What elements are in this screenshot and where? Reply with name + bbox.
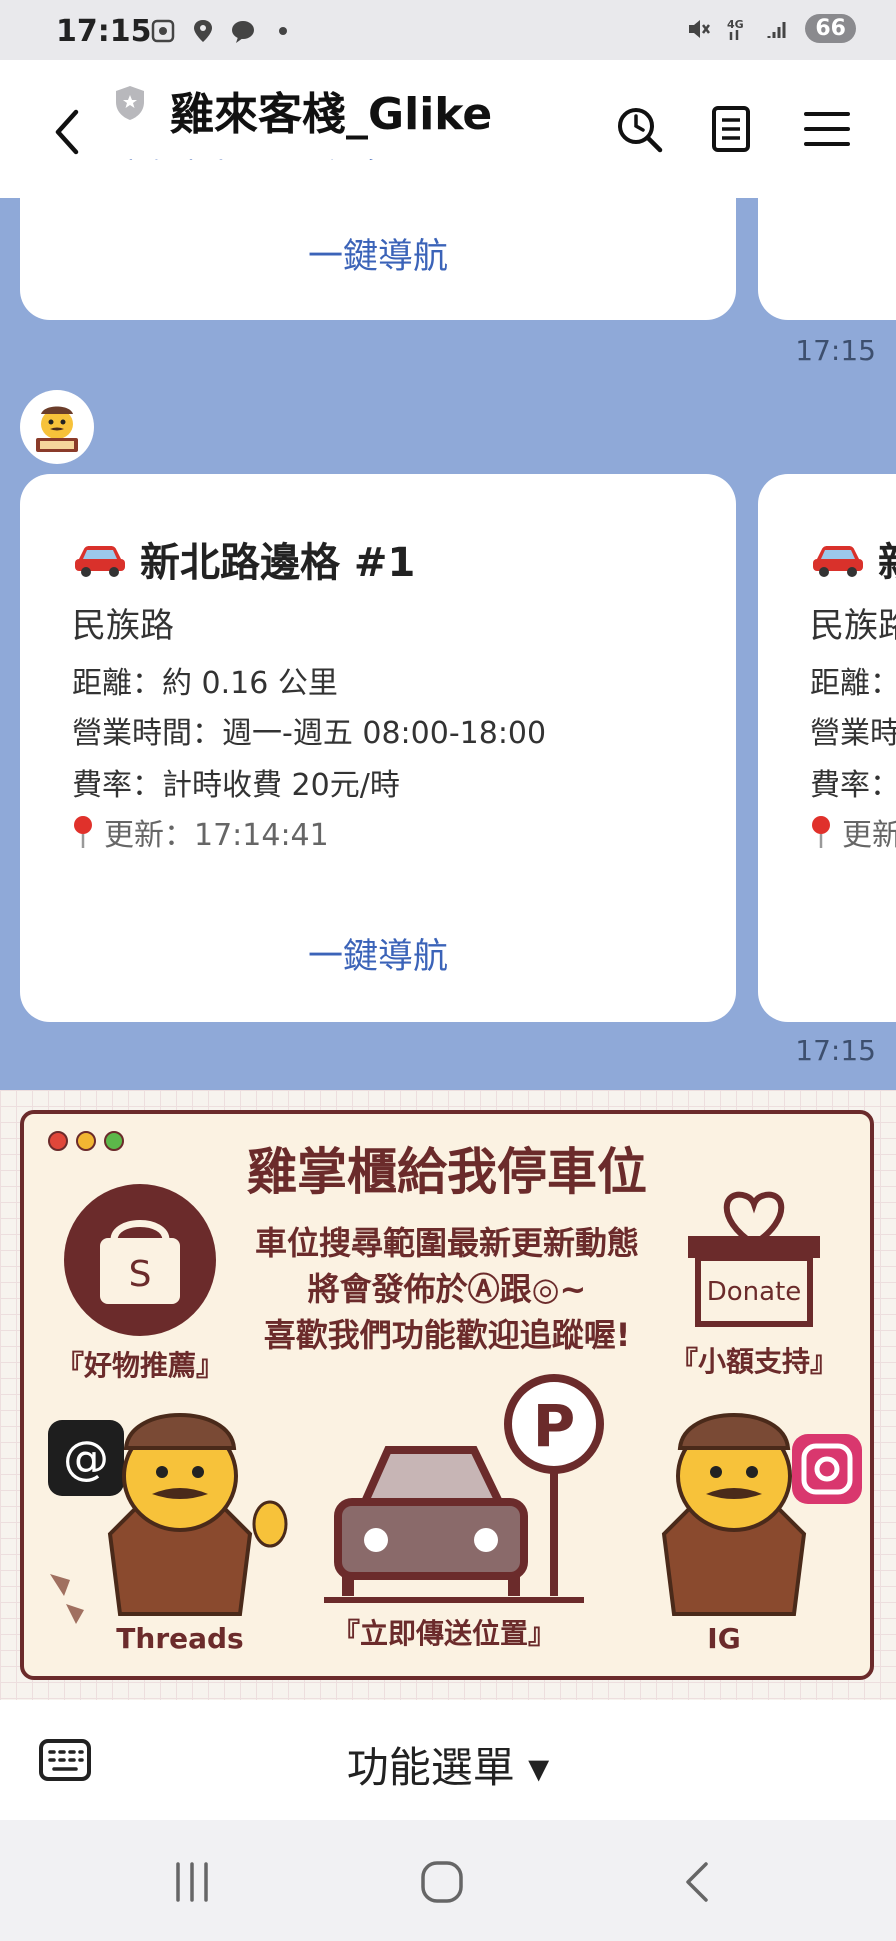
rich-menu: 雞掌櫃給我停車位 車位搜尋範圍最新更新動態 將會發佈於Ⓐ跟◎~ 喜歡我們功能歡迎… (0, 1090, 896, 1700)
car-icon (813, 546, 863, 577)
message-card: 一鍵導航 (20, 160, 736, 320)
rich-menu-panel: 雞掌櫃給我停車位 車位搜尋範圍最新更新動態 將會發佈於Ⓐ跟◎~ 喜歡我們功能歡迎… (20, 1110, 874, 1680)
search-history-icon[interactable] (612, 102, 666, 156)
status-system-icons: 4G 66 (685, 14, 856, 43)
recent-apps-icon[interactable] (170, 1860, 214, 1904)
message-card-next[interactable] (758, 160, 896, 320)
card-title-row: 新 (810, 530, 896, 588)
shop-button[interactable]: S 『好物推薦』 (40, 1178, 240, 1382)
send-location-label: 『立即傳送位置』 (331, 1617, 556, 1650)
function-menu-toggle[interactable]: 功能選單 ▾ (0, 1734, 896, 1795)
navigate-button[interactable]: 一鍵導航 (20, 928, 736, 979)
parking-updated: 更新 (842, 818, 896, 853)
chat-title: 雞來客棧_Glike (170, 89, 493, 140)
svg-text:@: @ (63, 1431, 109, 1485)
instagram-mascot-illustration (661, 1413, 862, 1616)
parking-rate: 費率：計時收費 20元/時 (72, 768, 400, 803)
message-time: 17:15 (795, 1034, 876, 1067)
instagram-button[interactable]: IG (624, 1384, 870, 1674)
back-arrow-icon[interactable] (48, 106, 88, 158)
donate-box-icon: Donate (688, 1191, 820, 1327)
location-icon (194, 20, 212, 42)
donate-label: 『小額支持』 (669, 1345, 838, 1378)
parking-updated-row: 更新：17:14:41 (72, 810, 329, 854)
parking-result-card-next[interactable]: 新 民族路 距離： 營業時 費率： 更新 (758, 474, 896, 1022)
parking-distance: 距離： (810, 666, 896, 701)
svg-text:4G: 4G (727, 18, 744, 31)
screenshot-icon (151, 19, 175, 43)
system-nav-bar (0, 1820, 896, 1941)
donate-word: Donate (707, 1277, 802, 1307)
status-notification-icons (150, 18, 296, 44)
shopping-bag-icon: S (64, 1184, 216, 1336)
parking-result-card: 新北路邊格 #1 民族路 距離：約 0.16 公里 營業時間：週一-週五 08:… (20, 474, 736, 1022)
shop-label: 『好物推薦』 (55, 1349, 224, 1382)
signal-icon (767, 21, 786, 38)
send-location-button[interactable]: P 『立即傳送位置』 (324, 1374, 624, 1674)
parking-car-illustration: P (324, 1374, 604, 1603)
nav-back-icon[interactable] (676, 1860, 720, 1904)
parking-letter: P (533, 1392, 576, 1460)
parking-title: 新 (878, 530, 896, 588)
navigate-button[interactable]: 一鍵導航 (20, 228, 736, 279)
bottom-bar: 功能選單 ▾ (0, 1700, 896, 1820)
card-title-row: 新北路邊格 #1 (72, 530, 415, 588)
threads-button[interactable]: @ Threads (40, 1384, 290, 1674)
parking-street: 民族路 (810, 606, 896, 646)
instagram-label: IG (707, 1622, 741, 1655)
menu-icon[interactable] (800, 102, 854, 156)
threads-label: Threads (116, 1622, 244, 1655)
home-icon[interactable] (420, 1860, 464, 1904)
line-app-icon (232, 21, 254, 43)
avatar[interactable] (20, 390, 94, 464)
parking-rate: 費率： (810, 768, 896, 803)
mute-icon (689, 19, 711, 38)
shield-icon (116, 86, 144, 120)
notes-icon[interactable] (704, 102, 758, 156)
pin-icon (812, 816, 830, 848)
message-time: 17:15 (795, 334, 876, 367)
parking-hours: 營業時 (810, 716, 896, 751)
pin-icon (74, 816, 92, 848)
donate-button[interactable]: Donate 『小額支持』 (654, 1174, 854, 1378)
network-4g-icon: 4G (727, 18, 744, 40)
parking-title: 新北路邊格 #1 (140, 540, 416, 586)
status-time: 17:15 (56, 14, 152, 49)
shop-letter: S (129, 1254, 152, 1295)
dot-icon (279, 27, 287, 35)
parking-hours: 營業時間：週一-週五 08:00-18:00 (72, 716, 547, 751)
car-icon (75, 546, 125, 577)
status-bar: 17:15 4G 66 (0, 0, 896, 60)
chicken-mascot-avatar (21, 391, 93, 463)
threads-mascot-illustration: @ (48, 1413, 288, 1624)
parking-street: 民族路 (72, 606, 174, 646)
parking-updated: 更新：17:14:41 (104, 818, 329, 853)
parking-updated-row: 更新 (810, 810, 896, 854)
battery-indicator: 66 (805, 14, 856, 43)
parking-distance: 距離：約 0.16 公里 (72, 666, 338, 701)
